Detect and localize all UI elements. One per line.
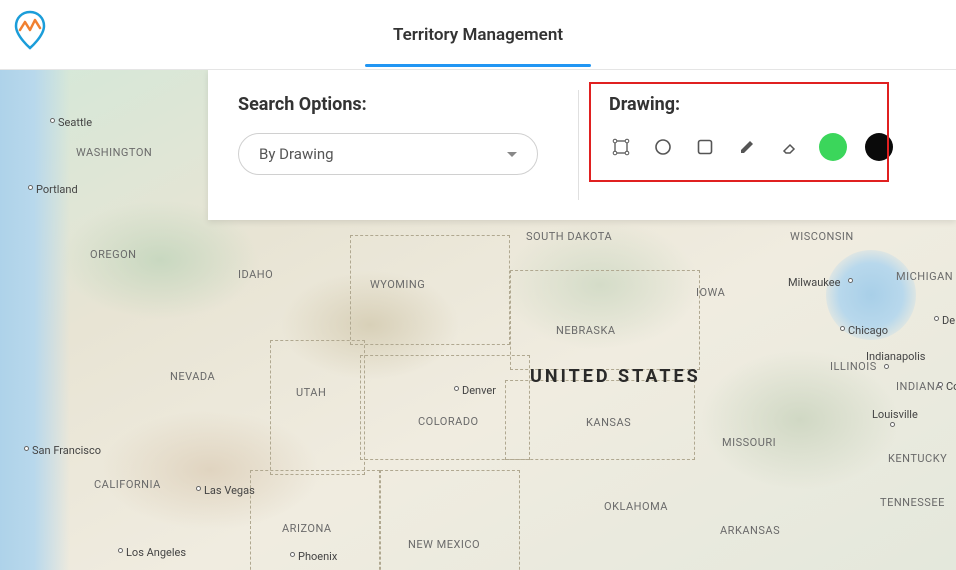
city-label: Seattle — [58, 116, 92, 129]
city-label: Los Angeles — [126, 546, 186, 559]
city-label: Denver — [462, 384, 496, 397]
city-dot — [290, 552, 295, 557]
state-label: WASHINGTON — [76, 146, 152, 159]
search-options-dropdown[interactable]: By Drawing — [238, 133, 538, 175]
chevron-down-icon — [507, 152, 517, 157]
eraser-tool-icon[interactable] — [777, 135, 801, 159]
state-label: NEVADA — [170, 370, 215, 383]
city-dot — [24, 446, 29, 451]
state-label: ARIZONA — [282, 522, 332, 535]
city-label: Co — [946, 380, 956, 393]
city-dot — [934, 316, 939, 321]
city-dot — [840, 326, 845, 331]
city-label: Chicago — [848, 324, 888, 337]
state-label: KANSAS — [586, 416, 631, 429]
rectangle-tool-icon[interactable] — [693, 135, 717, 159]
city-label: Milwaukee — [788, 276, 840, 289]
state-label: WISCONSIN — [790, 230, 854, 243]
options-panel: Search Options: By Drawing Drawing: — [208, 70, 956, 220]
city-dot — [454, 386, 459, 391]
city-dot — [848, 278, 853, 283]
water-pacific — [0, 70, 70, 570]
state-label: IOWA — [696, 286, 725, 299]
city-dot — [938, 382, 943, 387]
app-logo[interactable] — [10, 8, 50, 56]
select-tool-icon[interactable] — [609, 135, 633, 159]
pencil-tool-icon[interactable] — [735, 135, 759, 159]
city-dot — [50, 118, 55, 123]
state-label: OREGON — [90, 248, 137, 261]
state-label: NEW MEXICO — [408, 538, 480, 551]
line-color-swatch[interactable] — [865, 133, 893, 161]
city-label: Louisville — [872, 408, 918, 421]
city-dot — [28, 185, 33, 190]
state-label: KENTUCKY — [888, 452, 947, 465]
search-options-title: Search Options: — [238, 94, 548, 115]
city-label: San Francisco — [32, 444, 101, 457]
dropdown-value: By Drawing — [259, 145, 334, 163]
fill-color-swatch[interactable] — [819, 133, 847, 161]
city-dot — [196, 486, 201, 491]
state-label: CALIFORNIA — [94, 478, 161, 491]
country-label: UNITED STATES — [530, 366, 701, 387]
city-dot — [118, 548, 123, 553]
city-dot — [884, 364, 889, 369]
state-label: MICHIGAN — [896, 270, 953, 283]
state-label: MISSOURI — [722, 436, 776, 449]
state-label: IDAHO — [238, 268, 273, 281]
state-label: TENNESSEE — [880, 496, 945, 509]
state-label: ARKANSAS — [720, 524, 780, 537]
state-label: OKLAHOMA — [604, 500, 668, 513]
tab-territory-management[interactable]: Territory Management — [385, 3, 571, 67]
circle-tool-icon[interactable] — [651, 135, 675, 159]
state-label: COLORADO — [418, 415, 479, 428]
state-label: NEBRASKA — [556, 324, 616, 337]
city-label: Las Vegas — [204, 484, 255, 497]
state-label: INDIANA — [896, 380, 943, 393]
city-label: Phoenix — [298, 550, 337, 563]
state-label: WYOMING — [370, 278, 425, 291]
state-label: SOUTH DAKOTA — [526, 230, 612, 243]
tab-label: Territory Management — [393, 25, 563, 45]
drawing-title: Drawing: — [609, 94, 926, 115]
city-dot — [890, 422, 895, 427]
tab-underline — [365, 64, 591, 67]
city-label: Portland — [36, 183, 78, 196]
state-label: UTAH — [296, 386, 326, 399]
city-label: De — [942, 314, 955, 327]
city-label: Indianapolis — [866, 350, 925, 363]
